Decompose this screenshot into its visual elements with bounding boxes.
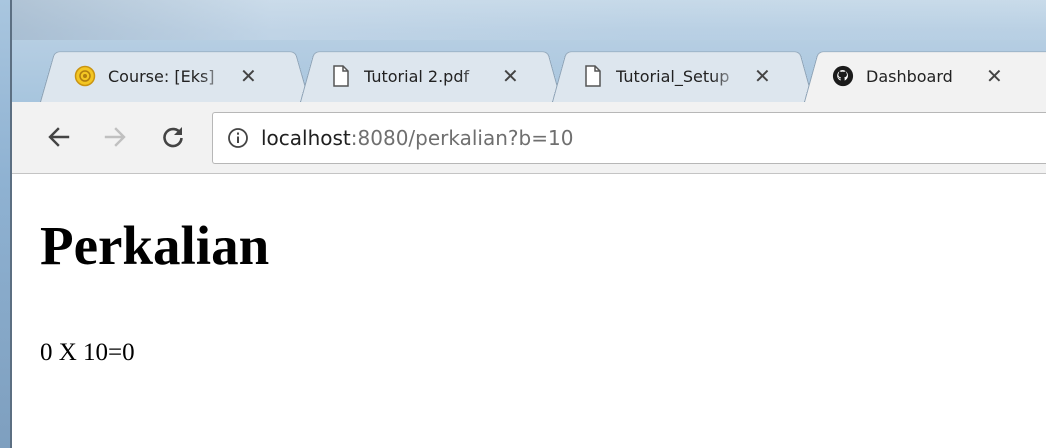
tab-dashboard[interactable]: Dashboard ✕ — [832, 56, 1003, 96]
tab-title: Course: [Eks] — [108, 66, 215, 86]
info-icon[interactable] — [227, 127, 249, 149]
tab-tutorial-2[interactable]: Tutorial 2.pdf ✕ — [330, 56, 519, 96]
tab-title: Dashboard — [866, 66, 953, 86]
page-content: Perkalian 0 X 10=0 — [12, 174, 1046, 448]
document-icon — [330, 65, 352, 87]
browser-window: Course: [Eks] ✕ Tutorial 2.pdf ✕ Tutoria… — [0, 0, 1046, 448]
tab-course[interactable]: Course: [Eks] ✕ — [74, 56, 257, 96]
multiplication-result: 0 X 10=0 — [40, 339, 135, 366]
reload-button[interactable] — [158, 124, 188, 154]
close-icon[interactable]: ✕ — [240, 66, 257, 86]
arrow-left-icon — [46, 124, 72, 155]
back-button[interactable] — [44, 124, 74, 154]
close-icon[interactable]: ✕ — [754, 66, 771, 86]
moodle-logo-icon — [74, 65, 96, 87]
url-path: :8080/perkalian?b=10 — [350, 126, 574, 150]
url-host: localhost — [261, 126, 351, 150]
reload-icon — [160, 124, 186, 155]
tab-title: Tutorial_Setup — [616, 66, 730, 86]
address-bar[interactable]: localhost:8080/perkalian?b=10 — [212, 112, 1046, 164]
page-title: Perkalian — [40, 215, 270, 276]
url-text[interactable]: localhost:8080/perkalian?b=10 — [261, 126, 573, 150]
forward-button[interactable] — [100, 124, 130, 154]
tab-tutorial-setup[interactable]: Tutorial_Setup ✕ — [582, 56, 771, 96]
document-icon — [582, 65, 604, 87]
github-icon — [832, 65, 854, 87]
title-bar — [12, 0, 1046, 40]
tab-title: Tutorial 2.pdf — [364, 66, 470, 86]
browser-toolbar: localhost:8080/perkalian?b=10 — [12, 102, 1046, 174]
close-icon[interactable]: ✕ — [986, 66, 1003, 86]
close-icon[interactable]: ✕ — [502, 66, 519, 86]
arrow-right-icon — [102, 124, 128, 155]
